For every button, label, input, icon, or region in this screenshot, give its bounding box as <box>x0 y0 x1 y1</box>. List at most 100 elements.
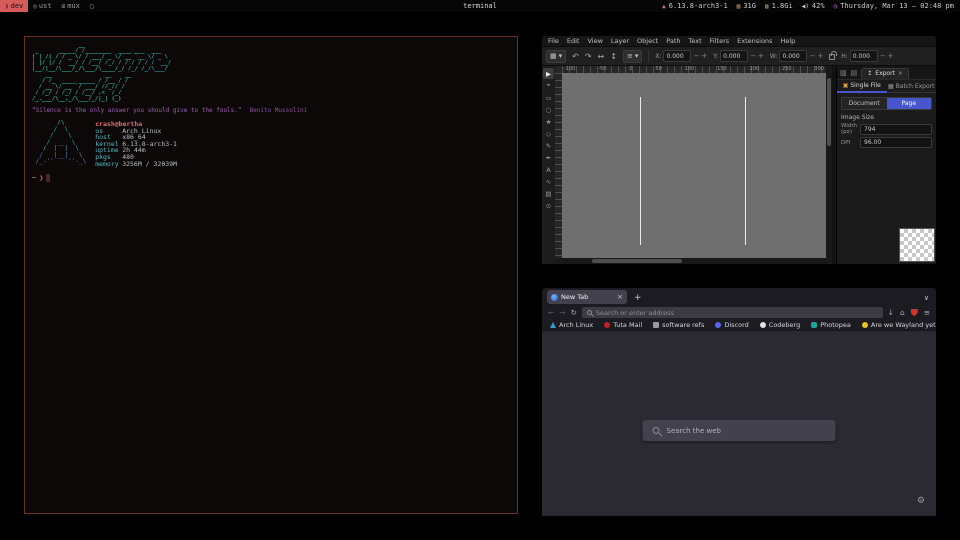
bookmark[interactable]: Are we Wayland yet? <box>862 321 936 329</box>
increment-button[interactable]: + <box>888 52 894 60</box>
batch-export-label: Batch Export <box>896 83 935 90</box>
status-modules: ▲ 6.13.8-arch3-1 ▤ 31G ▥ 1.8Gi ◀) 42% <box>662 2 960 10</box>
increment-button[interactable]: + <box>817 52 823 60</box>
raise-lower-dropdown[interactable]: ≡ ▾ <box>623 50 642 63</box>
inkscape-body: ▶ ⌖ ▭ ○ ★ ◇ ✎ ✒ A ∿ <box>542 66 936 264</box>
horizontal-scrollbar[interactable] <box>562 258 826 264</box>
transform-mode-dropdown[interactable]: ▦ ▾ <box>546 50 566 63</box>
decrement-button[interactable]: − <box>693 52 699 60</box>
export-width-input[interactable]: 794 <box>860 124 932 135</box>
bookmark[interactable]: software refs <box>653 321 704 329</box>
menu-item[interactable]: Extensions <box>737 37 772 45</box>
flip-horizontal-icon[interactable]: ↔ <box>598 52 605 61</box>
box3d-tool[interactable]: ◇ <box>543 128 554 139</box>
scrollbar-thumb[interactable] <box>827 78 831 146</box>
workspace-tag[interactable]: ⊞ mux <box>57 0 85 12</box>
bookmark[interactable]: Codeberg <box>760 321 800 329</box>
bookmark-label: Discord <box>724 321 748 329</box>
url-bar[interactable]: Search or enter address <box>582 307 883 318</box>
dialog-dock-icon-1[interactable]: ▧ <box>840 69 847 79</box>
vertical-ruler <box>555 73 562 258</box>
increment-button[interactable]: + <box>758 52 764 60</box>
increment-button[interactable]: + <box>701 52 707 60</box>
status-module: ◀) 42% <box>802 2 825 10</box>
export-dpi-input[interactable]: 96.00 <box>860 137 932 148</box>
bookmark[interactable]: Tuta Mail <box>604 321 642 329</box>
y-input[interactable]: 0.000 <box>720 50 748 62</box>
downloads-icon[interactable]: ↓ <box>888 308 894 317</box>
star-tool[interactable]: ★ <box>543 116 554 127</box>
fetch-info: crash@bertha os Arch Linux host x86_64 <box>95 121 177 167</box>
document-button[interactable]: Document <box>842 98 887 109</box>
pencil-tool[interactable]: ✎ <box>543 140 554 151</box>
menu-item[interactable]: Layer <box>611 37 629 45</box>
workspace-tag[interactable]: ❯ dev <box>0 0 28 12</box>
rotate-cw-icon[interactable]: ↷ <box>585 52 592 61</box>
reload-button[interactable]: ↻ <box>571 308 577 317</box>
back-button[interactable]: ← <box>548 308 554 317</box>
new-tab-page: Search the web ⚙ <box>542 331 936 516</box>
decrement-button[interactable]: − <box>880 52 886 60</box>
menu-item[interactable]: Help <box>780 37 795 45</box>
horizontal-ruler: -100-50050100150200250300 <box>562 66 826 73</box>
rectangle-tool[interactable]: ▭ <box>543 92 554 103</box>
image-size-label: Image Size <box>841 114 932 121</box>
close-tab-icon[interactable]: × <box>617 293 623 301</box>
tab-single-file[interactable]: ▣ Single File <box>837 80 887 93</box>
close-icon[interactable]: × <box>898 70 903 77</box>
list-tabs-chevron-icon[interactable]: ∨ <box>924 294 929 302</box>
flip-vertical-icon[interactable]: ↕ <box>610 52 617 61</box>
home-icon[interactable]: ⌂ <box>900 308 905 317</box>
width-field: W: 0.000 − + <box>770 50 823 62</box>
web-search-box[interactable]: Search the web <box>643 420 836 441</box>
menu-item[interactable]: View <box>587 37 602 45</box>
menu-icon[interactable]: ≡ <box>924 308 930 317</box>
menu-item[interactable]: Text <box>689 37 702 45</box>
shell-prompt[interactable]: ~ ❯ <box>32 174 517 182</box>
bookmark[interactable]: Photopea <box>811 321 851 329</box>
dropper-tool[interactable]: ⊙ <box>543 200 554 211</box>
tab-bar: New Tab × + ∨ <box>542 288 936 305</box>
rotate-ccw-icon[interactable]: ↶ <box>572 52 579 61</box>
tab-batch-export[interactable]: ▦ Batch Export <box>887 80 937 93</box>
workspace-tag[interactable]: □ <box>85 0 101 12</box>
ellipse-tool[interactable]: ○ <box>543 104 554 115</box>
menu-item[interactable]: Object <box>637 37 658 45</box>
workspace-tag[interactable]: ◎ ust <box>28 0 56 12</box>
decrement-button[interactable]: − <box>750 52 756 60</box>
status-module: ▲ 6.13.8-arch3-1 <box>662 2 728 10</box>
ublock-extension-icon[interactable] <box>911 309 918 317</box>
menu-item[interactable]: File <box>548 37 559 45</box>
drawing-canvas[interactable] <box>562 73 826 258</box>
menu-item[interactable]: Filters <box>710 37 729 45</box>
lock-ratio-icon[interactable] <box>829 54 835 60</box>
scrollbar-thumb[interactable] <box>592 259 682 263</box>
new-tab-button[interactable]: + <box>634 293 642 303</box>
browser-tab[interactable]: New Tab × <box>547 290 627 304</box>
gear-icon[interactable]: ⚙ <box>917 496 925 506</box>
clock-icon: ◷ <box>834 3 838 10</box>
decrement-button[interactable]: − <box>809 52 815 60</box>
w-input[interactable]: 0.000 <box>779 50 807 62</box>
bookmark[interactable]: Discord <box>715 321 748 329</box>
dialog-dock-icon-2[interactable]: ▤ <box>851 69 858 79</box>
menu-item[interactable]: Path <box>666 37 680 45</box>
forward-button[interactable]: → <box>559 308 565 317</box>
pen-tool[interactable]: ✒ <box>543 152 554 163</box>
terminal-window[interactable]: __ _ _____/ /________ ____ ___ ___ | | /… <box>24 36 518 514</box>
folder-icon <box>653 322 659 328</box>
quote-line: “Silence is the only answer you should g… <box>32 107 517 114</box>
h-input[interactable]: 0.000 <box>850 50 878 62</box>
selector-tool[interactable]: ▶ <box>543 68 554 79</box>
spiral-tool[interactable]: ∿ <box>543 176 554 187</box>
text-tool[interactable]: A <box>543 164 554 175</box>
node-tool[interactable]: ⌖ <box>543 80 554 91</box>
x-input[interactable]: 0.000 <box>663 50 691 62</box>
bookmark[interactable]: Arch Linux <box>550 321 593 329</box>
page-button[interactable]: Page <box>887 98 932 109</box>
wayland-favicon <box>862 322 868 328</box>
gradient-tool[interactable]: ▤ <box>543 188 554 199</box>
fetch-label: memory <box>95 161 122 168</box>
export-dialog-tab[interactable]: ↥ Export × <box>861 68 909 79</box>
menu-item[interactable]: Edit <box>567 37 580 45</box>
